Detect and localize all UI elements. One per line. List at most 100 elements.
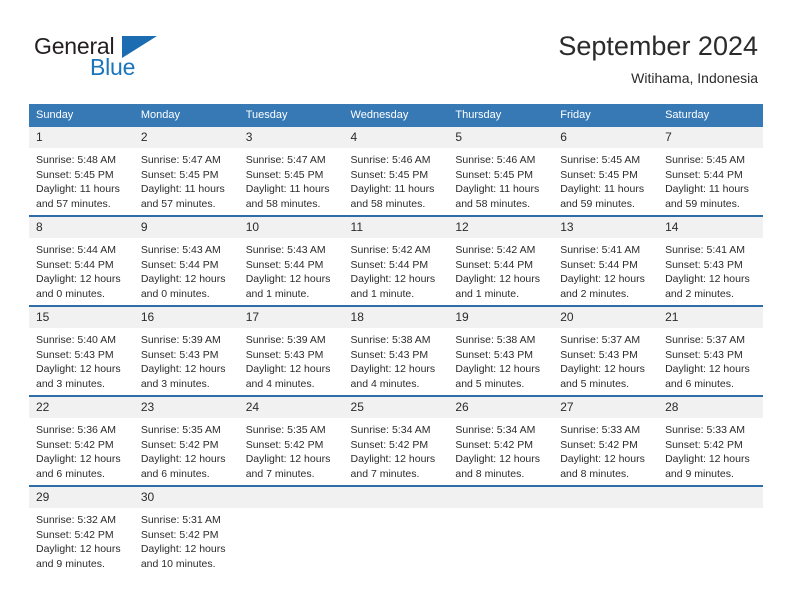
day-number: 5 bbox=[448, 127, 554, 148]
logo-text-blue: Blue bbox=[90, 54, 136, 80]
sunrise-text: Sunrise: 5:47 AM bbox=[245, 154, 326, 166]
sunset-text: Sunset: 5:43 PM bbox=[560, 348, 638, 361]
day-cell[interactable]: 26 Sunrise: 5:34 AM Sunset: 5:42 PM Dayl… bbox=[448, 395, 554, 486]
title-block: September 2024 Witihama, Indonesia bbox=[558, 30, 758, 87]
sunrise-sunset-calendar: Sunday Monday Tuesday Wednesday Thursday… bbox=[29, 104, 763, 575]
daylight-text: Daylight: 12 hours and 8 minutes. bbox=[455, 453, 541, 480]
calendar-page: General Blue September 2024 Witihama, In… bbox=[0, 0, 792, 612]
day-cell[interactable]: 2 Sunrise: 5:47 AM Sunset: 5:45 PM Dayli… bbox=[133, 127, 239, 216]
day-cell[interactable]: 21 Sunrise: 5:37 AM Sunset: 5:43 PM Dayl… bbox=[658, 305, 763, 396]
day-number: 29 bbox=[29, 487, 134, 508]
day-details: Sunrise: 5:47 AM Sunset: 5:45 PM Dayligh… bbox=[134, 148, 239, 211]
sunset-text: Sunset: 5:42 PM bbox=[36, 438, 114, 451]
day-cell[interactable]: 11 Sunrise: 5:42 AM Sunset: 5:44 PM Dayl… bbox=[343, 215, 449, 306]
empty-day-cell bbox=[658, 485, 763, 575]
daylight-text: Daylight: 11 hours and 58 minutes. bbox=[245, 183, 330, 210]
sunset-text: Sunset: 5:42 PM bbox=[245, 438, 324, 451]
day-cell[interactable]: 4 Sunrise: 5:46 AM Sunset: 5:45 PM Dayli… bbox=[343, 127, 449, 216]
day-number: 14 bbox=[658, 217, 763, 238]
daylight-text: Daylight: 11 hours and 59 minutes. bbox=[665, 183, 749, 210]
sunrise-text: Sunrise: 5:33 AM bbox=[665, 424, 746, 436]
day-cell[interactable]: 25 Sunrise: 5:34 AM Sunset: 5:42 PM Dayl… bbox=[343, 395, 449, 486]
day-details: Sunrise: 5:35 AM Sunset: 5:42 PM Dayligh… bbox=[239, 418, 344, 481]
day-number: 28 bbox=[658, 397, 763, 418]
sunset-text: Sunset: 5:44 PM bbox=[36, 258, 114, 271]
weekday-header-row: Sunday Monday Tuesday Wednesday Thursday… bbox=[29, 104, 763, 127]
day-cell[interactable]: 20 Sunrise: 5:37 AM Sunset: 5:43 PM Dayl… bbox=[553, 305, 659, 396]
day-details: Sunrise: 5:42 AM Sunset: 5:44 PM Dayligh… bbox=[344, 238, 449, 301]
week-row: 1 Sunrise: 5:48 AM Sunset: 5:45 PM Dayli… bbox=[29, 127, 763, 216]
daylight-text: Daylight: 12 hours and 2 minutes. bbox=[665, 273, 750, 300]
day-number: 13 bbox=[553, 217, 659, 238]
day-details: Sunrise: 5:34 AM Sunset: 5:42 PM Dayligh… bbox=[344, 418, 449, 481]
day-details: Sunrise: 5:43 AM Sunset: 5:44 PM Dayligh… bbox=[134, 238, 239, 301]
daylight-text: Daylight: 12 hours and 7 minutes. bbox=[245, 453, 331, 480]
day-number: 11 bbox=[343, 217, 449, 238]
day-cell[interactable]: 14 Sunrise: 5:41 AM Sunset: 5:43 PM Dayl… bbox=[658, 215, 763, 306]
sunset-text: Sunset: 5:44 PM bbox=[140, 258, 219, 271]
day-cell[interactable]: 12 Sunrise: 5:42 AM Sunset: 5:44 PM Dayl… bbox=[448, 215, 554, 306]
day-number: 17 bbox=[238, 307, 344, 328]
sunrise-text: Sunrise: 5:35 AM bbox=[245, 424, 326, 436]
sunset-text: Sunset: 5:42 PM bbox=[560, 438, 638, 451]
day-cell[interactable]: 1 Sunrise: 5:48 AM Sunset: 5:45 PM Dayli… bbox=[29, 127, 134, 216]
sunset-text: Sunset: 5:44 PM bbox=[665, 168, 743, 181]
day-details: Sunrise: 5:39 AM Sunset: 5:43 PM Dayligh… bbox=[239, 328, 344, 391]
day-cell[interactable]: 29 Sunrise: 5:32 AM Sunset: 5:42 PM Dayl… bbox=[29, 485, 134, 575]
day-cell[interactable]: 23 Sunrise: 5:35 AM Sunset: 5:42 PM Dayl… bbox=[133, 395, 239, 486]
day-details: Sunrise: 5:42 AM Sunset: 5:44 PM Dayligh… bbox=[448, 238, 553, 301]
day-details: Sunrise: 5:36 AM Sunset: 5:42 PM Dayligh… bbox=[29, 418, 134, 481]
sunset-text: Sunset: 5:45 PM bbox=[36, 168, 114, 181]
day-number bbox=[448, 487, 554, 508]
day-cell[interactable]: 13 Sunrise: 5:41 AM Sunset: 5:44 PM Dayl… bbox=[553, 215, 659, 306]
day-cell[interactable]: 7 Sunrise: 5:45 AM Sunset: 5:44 PM Dayli… bbox=[658, 127, 763, 216]
day-cell[interactable]: 24 Sunrise: 5:35 AM Sunset: 5:42 PM Dayl… bbox=[238, 395, 344, 486]
day-cell[interactable]: 6 Sunrise: 5:45 AM Sunset: 5:45 PM Dayli… bbox=[553, 127, 659, 216]
sunset-text: Sunset: 5:43 PM bbox=[350, 348, 429, 361]
day-cell[interactable]: 10 Sunrise: 5:43 AM Sunset: 5:44 PM Dayl… bbox=[238, 215, 344, 306]
day-details: Sunrise: 5:37 AM Sunset: 5:43 PM Dayligh… bbox=[658, 328, 763, 391]
day-cell[interactable]: 3 Sunrise: 5:47 AM Sunset: 5:45 PM Dayli… bbox=[238, 127, 344, 216]
day-number bbox=[658, 487, 763, 508]
day-cell[interactable]: 15 Sunrise: 5:40 AM Sunset: 5:43 PM Dayl… bbox=[29, 305, 134, 396]
day-number: 12 bbox=[448, 217, 554, 238]
day-cell[interactable]: 5 Sunrise: 5:46 AM Sunset: 5:45 PM Dayli… bbox=[448, 127, 554, 216]
day-number: 23 bbox=[133, 397, 239, 418]
day-cell[interactable]: 22 Sunrise: 5:36 AM Sunset: 5:42 PM Dayl… bbox=[29, 395, 134, 486]
weekday-header-sunday: Sunday bbox=[29, 104, 134, 127]
sunrise-text: Sunrise: 5:45 AM bbox=[560, 154, 641, 166]
sunrise-text: Sunrise: 5:43 AM bbox=[245, 244, 326, 256]
sunset-text: Sunset: 5:44 PM bbox=[245, 258, 324, 271]
day-cell[interactable]: 27 Sunrise: 5:33 AM Sunset: 5:42 PM Dayl… bbox=[553, 395, 659, 486]
sunset-text: Sunset: 5:44 PM bbox=[350, 258, 429, 271]
weekday-header-monday: Monday bbox=[133, 104, 239, 127]
day-details: Sunrise: 5:40 AM Sunset: 5:43 PM Dayligh… bbox=[29, 328, 134, 391]
day-cell[interactable]: 30 Sunrise: 5:31 AM Sunset: 5:42 PM Dayl… bbox=[133, 485, 239, 575]
day-cell[interactable]: 8 Sunrise: 5:44 AM Sunset: 5:44 PM Dayli… bbox=[29, 215, 134, 306]
day-cell[interactable]: 9 Sunrise: 5:43 AM Sunset: 5:44 PM Dayli… bbox=[133, 215, 239, 306]
day-details: Sunrise: 5:38 AM Sunset: 5:43 PM Dayligh… bbox=[448, 328, 553, 391]
sunrise-text: Sunrise: 5:40 AM bbox=[36, 334, 116, 346]
weekday-header-saturday: Saturday bbox=[658, 104, 763, 127]
day-number: 20 bbox=[553, 307, 659, 328]
day-cell[interactable]: 16 Sunrise: 5:39 AM Sunset: 5:43 PM Dayl… bbox=[133, 305, 239, 396]
daylight-text: Daylight: 11 hours and 59 minutes. bbox=[560, 183, 645, 210]
daylight-text: Daylight: 12 hours and 4 minutes. bbox=[350, 363, 436, 390]
day-number: 15 bbox=[29, 307, 134, 328]
day-details: Sunrise: 5:32 AM Sunset: 5:42 PM Dayligh… bbox=[29, 508, 134, 571]
day-cell[interactable]: 17 Sunrise: 5:39 AM Sunset: 5:43 PM Dayl… bbox=[238, 305, 344, 396]
day-number: 21 bbox=[658, 307, 763, 328]
day-details: Sunrise: 5:46 AM Sunset: 5:45 PM Dayligh… bbox=[448, 148, 553, 211]
day-cell[interactable]: 19 Sunrise: 5:38 AM Sunset: 5:43 PM Dayl… bbox=[448, 305, 554, 396]
sunrise-text: Sunrise: 5:42 AM bbox=[350, 244, 431, 256]
daylight-text: Daylight: 12 hours and 2 minutes. bbox=[560, 273, 645, 300]
day-cell[interactable]: 28 Sunrise: 5:33 AM Sunset: 5:42 PM Dayl… bbox=[658, 395, 763, 486]
day-details: Sunrise: 5:35 AM Sunset: 5:42 PM Dayligh… bbox=[134, 418, 239, 481]
day-cell[interactable]: 18 Sunrise: 5:38 AM Sunset: 5:43 PM Dayl… bbox=[343, 305, 449, 396]
day-number bbox=[553, 487, 659, 508]
general-blue-logo[interactable]: General Blue bbox=[34, 33, 224, 85]
daylight-text: Daylight: 12 hours and 10 minutes. bbox=[140, 543, 226, 570]
day-details: Sunrise: 5:39 AM Sunset: 5:43 PM Dayligh… bbox=[134, 328, 239, 391]
sunset-text: Sunset: 5:42 PM bbox=[36, 528, 114, 541]
day-details: Sunrise: 5:48 AM Sunset: 5:45 PM Dayligh… bbox=[29, 148, 134, 211]
